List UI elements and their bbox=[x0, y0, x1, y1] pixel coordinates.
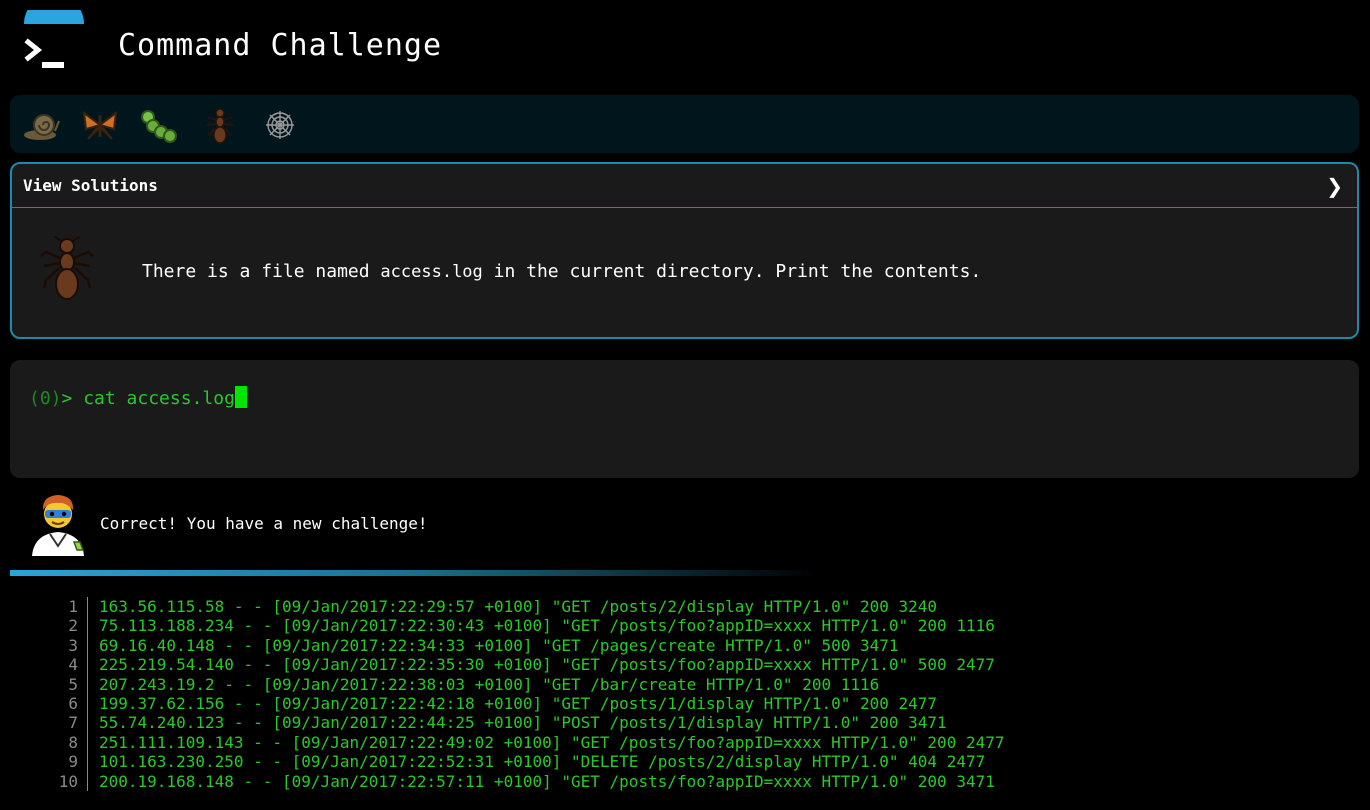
prompt-line[interactable]: (0)> cat access.log bbox=[29, 386, 247, 409]
scientist-avatar-icon bbox=[32, 495, 85, 556]
output-line-text: 207.243.19.2 - - [09/Jan/2017:22:38:03 +… bbox=[99, 674, 880, 694]
line-number: 2 bbox=[68, 616, 78, 636]
output-line: 7 55.74.240.123 - - [09/Jan/2017:22:44:25… bbox=[40, 713, 1340, 733]
line-number: 1 bbox=[68, 597, 78, 616]
challenge-filename: access.log bbox=[380, 262, 483, 282]
line-number: 9 bbox=[68, 752, 78, 772]
output-line-text: 199.37.62.156 - - [09/Jan/2017:22:42:18 … bbox=[99, 693, 938, 713]
prompt-symbol: > bbox=[61, 388, 84, 409]
output-line: 10 200.19.168.148 - - [09/Jan/2017:22:57:… bbox=[40, 771, 1340, 791]
terminal-input[interactable]: (0)> cat access.log bbox=[10, 360, 1359, 478]
divider bbox=[10, 570, 820, 576]
line-separator bbox=[87, 732, 88, 753]
output-line: 8 251.111.109.143 - - [09/Jan/2017:22:49:… bbox=[40, 732, 1340, 753]
output-line-text: 225.219.54.140 - - [09/Jan/2017:22:35:30… bbox=[99, 655, 995, 675]
line-separator bbox=[87, 713, 88, 733]
output-line-text: 75.113.188.234 - - [09/Jan/2017:22:30:43… bbox=[99, 616, 995, 636]
line-number: 8 bbox=[68, 732, 78, 752]
chevron-right-icon[interactable]: ❯ bbox=[1326, 174, 1343, 198]
output-line-text: 69.16.40.148 - - [09/Jan/2017:22:34:33 +… bbox=[99, 635, 899, 655]
line-number: 7 bbox=[68, 713, 78, 733]
output-line: 6 199.37.62.156 - - [09/Jan/2017:22:42:18… bbox=[40, 693, 1340, 714]
ant-icon bbox=[40, 236, 94, 300]
challenge-text-before: There is a file named bbox=[142, 261, 381, 282]
line-number: 5 bbox=[68, 674, 78, 694]
ant-icon[interactable] bbox=[200, 105, 240, 145]
line-number: 4 bbox=[68, 655, 78, 675]
command-count: (0) bbox=[29, 388, 62, 409]
output-line: 3 69.16.40.148 - - [09/Jan/2017:22:34:33 … bbox=[40, 635, 1340, 656]
feedback-message: Correct! You have a new challenge! bbox=[100, 514, 428, 533]
terminal-prompt-icon[interactable] bbox=[22, 10, 86, 74]
header: Command Challenge bbox=[0, 0, 1370, 90]
output-line-text: 101.163.230.250 - - [09/Jan/2017:22:52:3… bbox=[99, 752, 986, 772]
line-separator bbox=[87, 635, 88, 656]
level-bar bbox=[10, 95, 1359, 153]
line-number: 10 bbox=[58, 771, 78, 791]
butterfly-icon[interactable] bbox=[80, 105, 120, 145]
spider-web-icon[interactable] bbox=[260, 105, 300, 145]
view-solutions-label: View Solutions bbox=[23, 176, 158, 195]
output-line: 5 207.243.19.2 - - [09/Jan/2017:22:38:03 … bbox=[40, 674, 1340, 694]
app-title: Command Challenge bbox=[118, 28, 443, 63]
caterpillar-icon[interactable] bbox=[140, 105, 180, 145]
line-separator bbox=[87, 597, 88, 617]
challenge-text-after: in the current directory. Print the cont… bbox=[482, 261, 982, 282]
page: Command Challenge View Solutions ❯ There… bbox=[0, 0, 1370, 810]
command-output: 1 163.56.115.58 - - [09/Jan/2017:22:29:57… bbox=[40, 597, 1340, 791]
output-line: 4 225.219.54.140 - - [09/Jan/2017:22:35:3… bbox=[40, 655, 1340, 675]
output-line-text: 251.111.109.143 - - [09/Jan/2017:22:49:0… bbox=[99, 732, 1005, 752]
line-separator bbox=[87, 655, 88, 675]
command-text[interactable]: cat access.log bbox=[83, 388, 235, 409]
output-line: 9 101.163.230.250 - - [09/Jan/2017:22:52:… bbox=[40, 752, 1340, 772]
line-separator bbox=[87, 752, 88, 772]
line-number: 3 bbox=[68, 635, 78, 655]
line-separator bbox=[87, 693, 88, 714]
line-separator bbox=[87, 674, 88, 694]
view-solutions-toggle[interactable]: View Solutions ❯ bbox=[12, 164, 1357, 208]
output-line-text: 55.74.240.123 - - [09/Jan/2017:22:44:25 … bbox=[99, 713, 947, 733]
output-line-text: 163.56.115.58 - - [09/Jan/2017:22:29:57 … bbox=[99, 597, 938, 616]
line-number: 6 bbox=[68, 693, 78, 713]
output-line: 1 163.56.115.58 - - [09/Jan/2017:22:29:57… bbox=[40, 597, 1340, 617]
challenge-panel: View Solutions ❯ There is a file named a… bbox=[10, 162, 1359, 339]
snail-icon[interactable] bbox=[22, 105, 62, 145]
challenge-description: There is a file named access.log in the … bbox=[142, 261, 981, 282]
output-line-text: 200.19.168.148 - - [09/Jan/2017:22:57:11… bbox=[99, 771, 995, 791]
text-cursor bbox=[234, 386, 247, 408]
line-separator bbox=[87, 616, 88, 636]
output-line: 2 75.113.188.234 - - [09/Jan/2017:22:30:4… bbox=[40, 616, 1340, 636]
line-separator bbox=[87, 771, 88, 791]
